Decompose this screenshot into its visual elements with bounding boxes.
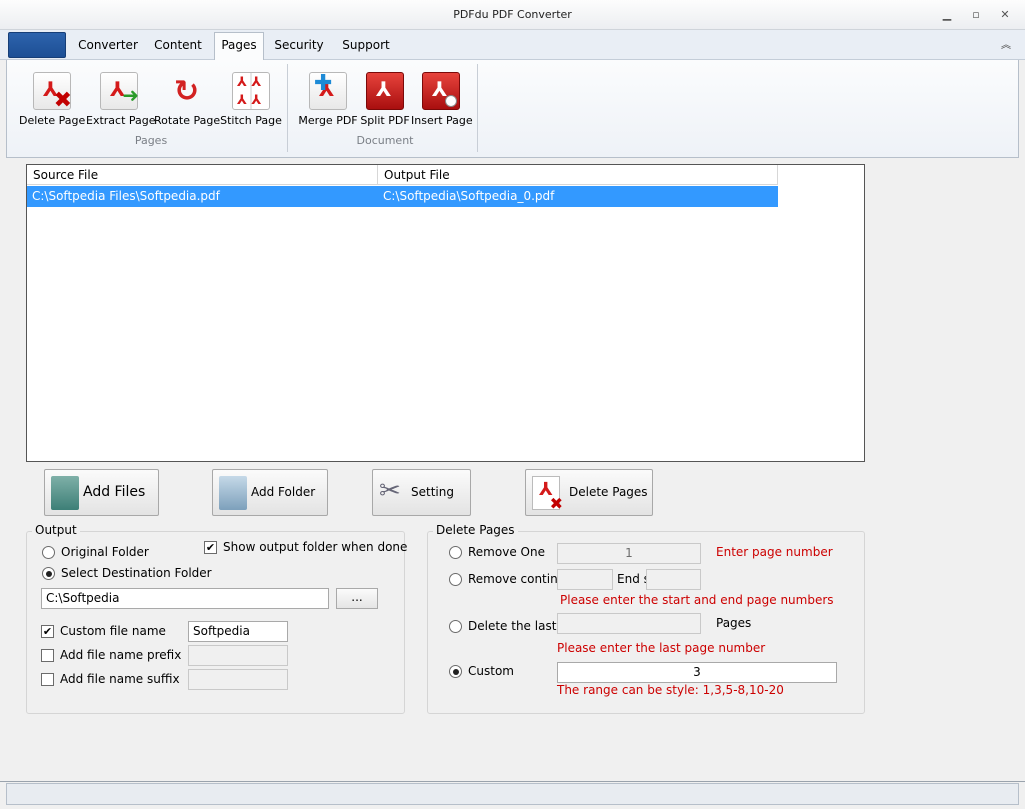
suffix-checkbox[interactable] [41,673,54,686]
custom-label: Custom [468,664,514,678]
rotate-page-button[interactable]: ↻ Rotate Page [154,72,220,136]
prefix-label: Add file name prefix [60,648,182,662]
suffix-input[interactable] [188,669,288,690]
extract-page-icon: ⅄ ➜ [100,72,139,110]
tab-pages[interactable]: Pages [214,32,264,61]
close-button[interactable]: ✕ [996,8,1014,22]
remove-continuous-label: Remove continu [468,572,566,586]
tab-converter[interactable]: Converter [73,36,143,58]
list-header: Source File Output File [27,165,778,185]
maximize-button[interactable]: ▫ [967,8,985,22]
delete-pages-icon: ⅄ ✖ [532,476,563,513]
extract-page-button[interactable]: ⅄ ➜ Extract Page [86,72,156,136]
destination-folder-label: Select Destination Folder [61,566,212,580]
remove-one-radio[interactable] [449,546,462,559]
delete-pages-label: Delete Pages [569,485,648,499]
stitch-page-icon: ⅄ ⅄ ⅄ ⅄ [232,72,270,110]
remove-one-input[interactable]: 1 [557,543,701,564]
delete-pages-button[interactable]: ⅄ ✖ Delete Pages [525,469,653,516]
tab-support[interactable]: Support [336,36,396,58]
ribbon-panel: ⅄ ✖ Delete Page ⅄ ➜ Extract Page ↻ Rotate … [6,60,1019,158]
start-page-input[interactable] [557,569,613,590]
add-folder-icon [219,476,247,510]
merge-pdf-button[interactable]: ⅄ ✚ Merge PDF [297,71,359,136]
output-file-cell: C:\Softpedia\Softpedia_0.pdf [383,189,555,203]
column-output-file[interactable]: Output File [378,165,778,185]
destination-path-input[interactable]: C:\Softpedia [41,588,329,609]
custom-file-name-input[interactable]: Softpedia [188,621,288,642]
merge-pdf-icon: ⅄ ✚ [309,71,347,110]
custom-file-name-label: Custom file name [60,624,166,638]
custom-range-hint: The range can be style: 1,3,5-8,10-20 [557,683,784,697]
collapse-ribbon-icon[interactable]: ︽ [998,36,1014,51]
stitch-page-button[interactable]: ⅄ ⅄ ⅄ ⅄ Stitch Page [220,72,282,136]
add-files-label: Add Files [83,484,146,500]
group-separator [287,64,288,152]
remove-continuous-radio[interactable] [449,573,462,586]
table-row[interactable]: C:\Softpedia Files\Softpedia.pdf C:\Soft… [27,186,778,207]
custom-radio[interactable] [449,665,462,678]
status-bar [6,783,1019,805]
delete-last-label: Delete the last [468,619,557,633]
end-label: End s [617,572,650,586]
browse-button[interactable]: ... [336,588,378,609]
show-output-checkbox[interactable]: ✔ [204,541,217,554]
rotate-page-icon: ↻ [174,74,200,109]
delete-page-icon: ⅄ ✖ [33,72,72,113]
split-pdf-button[interactable]: ⅄ Split PDF [359,72,411,136]
remove-one-hint: Enter page number [716,545,833,559]
remove-one-label: Remove One [468,545,545,559]
insert-page-label: Insert Page [411,114,473,127]
window-title: PDFdu PDF Converter [453,8,572,21]
setting-label: Setting [411,485,454,499]
tools-icon: ✂ [379,476,401,506]
setting-button[interactable]: ✂ Setting [372,469,471,516]
pages-unit-label: Pages [716,616,752,630]
tab-content[interactable]: Content [146,36,210,58]
ribbon-tab-strip: Converter Content Pages Security Support… [0,30,1025,61]
last-page-hint: Please enter the last page number [557,641,766,655]
minimize-button[interactable]: ▁ [938,8,956,22]
source-file-cell: C:\Softpedia Files\Softpedia.pdf [32,189,220,203]
destination-folder-radio[interactable] [42,567,55,580]
original-folder-label: Original Folder [61,545,149,559]
merge-pdf-label: Merge PDF [298,114,358,127]
insert-page-button[interactable]: ⅄ Insert Page [411,72,473,136]
split-pdf-label: Split PDF [360,114,410,127]
document-group-label: Document [356,134,414,147]
insert-page-icon: ⅄ [422,72,460,110]
group-separator [477,64,478,152]
show-output-label: Show output folder when done [223,540,408,554]
delete-page-button[interactable]: ⅄ ✖ Delete Page [19,72,85,136]
extract-page-label: Extract Page [86,114,156,127]
pages-group-label: Pages [134,134,168,147]
end-page-input[interactable] [646,569,701,590]
range-hint: Please enter the start and end page numb… [560,593,834,607]
split-pdf-icon: ⅄ [366,72,404,110]
delete-page-label: Delete Page [19,114,86,127]
prefix-input[interactable] [188,645,288,666]
status-separator [0,781,1025,782]
delete-last-input[interactable] [557,613,701,634]
custom-file-name-checkbox[interactable]: ✔ [41,625,54,638]
add-folder-label: Add Folder [251,485,316,499]
delete-pages-group-title: Delete Pages [433,523,518,537]
delete-last-radio[interactable] [449,620,462,633]
stitch-page-label: Stitch Page [220,114,282,127]
output-group-title: Output [32,523,80,537]
column-source-file[interactable]: Source File [27,165,378,185]
app-menu-button[interactable] [8,32,66,58]
add-files-icon [51,476,79,510]
rotate-page-label: Rotate Page [154,114,221,127]
add-files-button[interactable]: Add Files [44,469,159,516]
prefix-checkbox[interactable] [41,649,54,662]
suffix-label: Add file name suffix [60,672,180,686]
file-list[interactable]: Source File Output File C:\Softpedia Fil… [26,164,865,462]
add-folder-button[interactable]: Add Folder [212,469,328,516]
custom-range-input[interactable]: 3 [557,662,837,683]
tab-security[interactable]: Security [268,36,330,58]
original-folder-radio[interactable] [42,546,55,559]
